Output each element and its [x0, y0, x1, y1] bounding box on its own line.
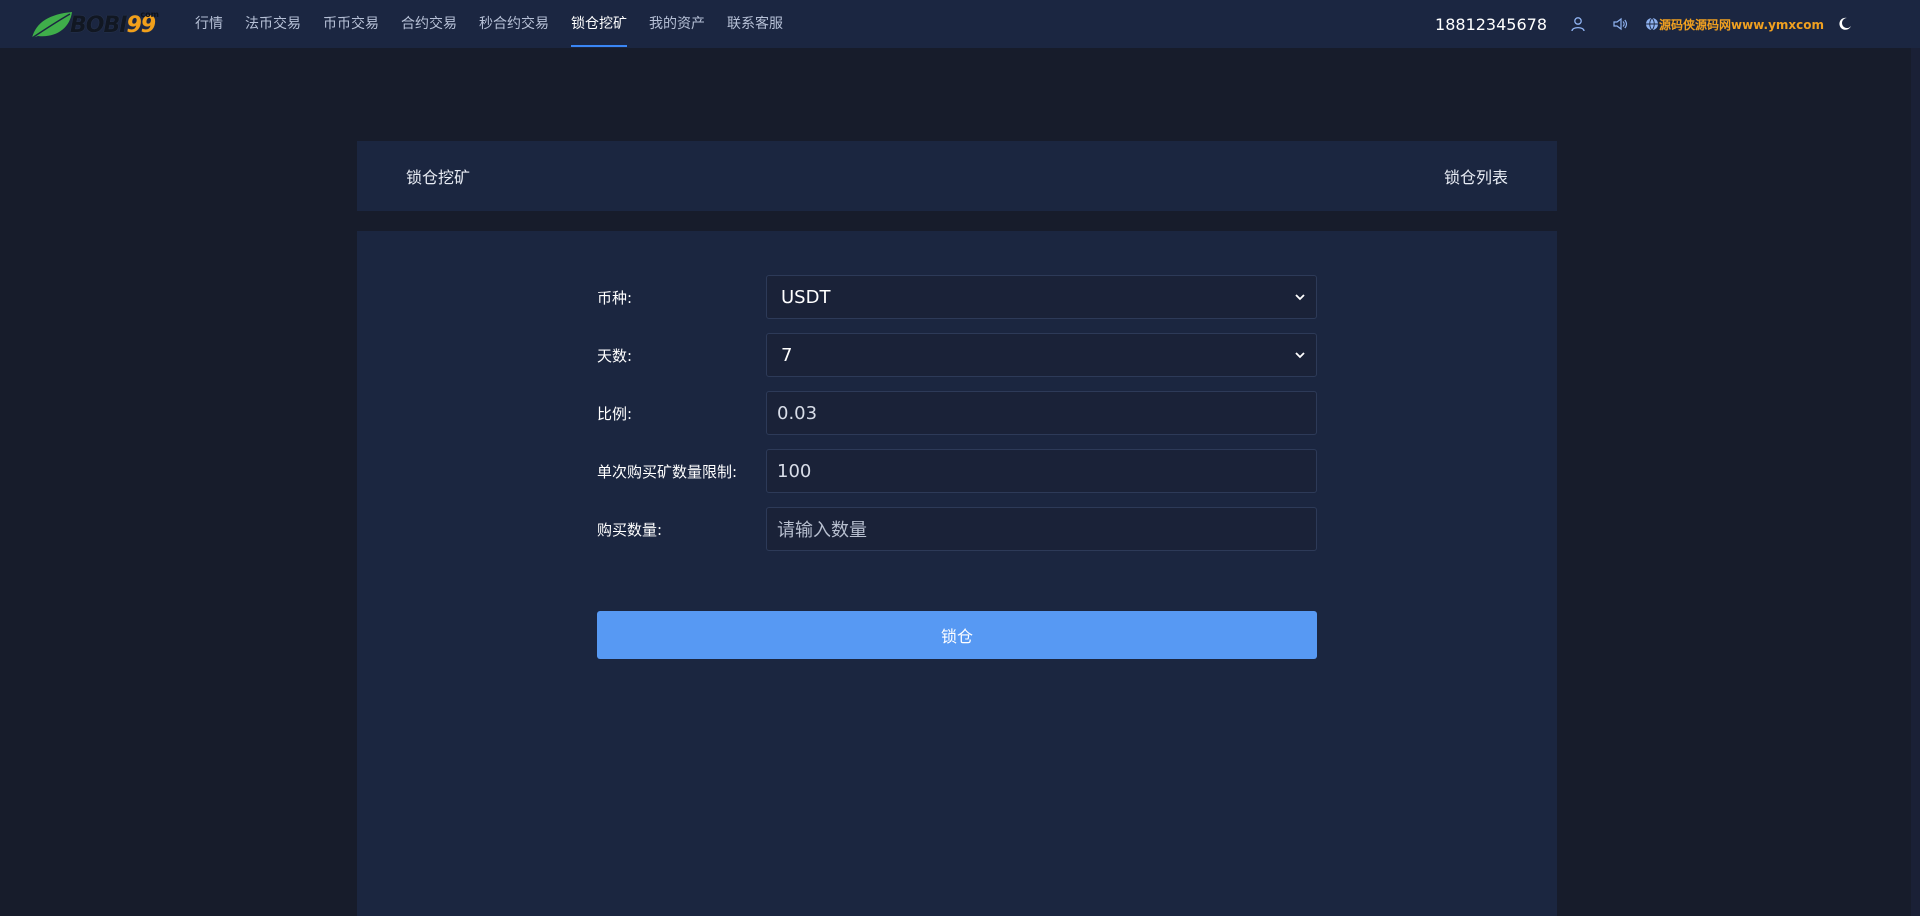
- scrollbar[interactable]: [1911, 48, 1920, 916]
- nav-item-seconds-contract[interactable]: 秒合约交易: [468, 0, 560, 48]
- days-select-value: 7: [781, 344, 793, 366]
- form-row-amount: 购买数量: 请输入数量: [597, 507, 1317, 551]
- site-logo[interactable]: BOBI99 com: [28, 8, 163, 42]
- ratio-field[interactable]: 0.03: [766, 391, 1317, 435]
- watermark-text: 源码侠源码网www.ymxcom: [1659, 17, 1824, 32]
- lock-mining-form: 币种: USDT 天数: 7 比例: 0.03 单次购买矿数量限制: 100 购…: [597, 275, 1317, 565]
- logo-suffix: com: [140, 10, 159, 19]
- main-nav: 行情 法币交易 币币交易 合约交易 秒合约交易 锁仓挖矿 我的资产 联系客服: [184, 0, 794, 48]
- nav-item-my-assets[interactable]: 我的资产: [638, 0, 716, 48]
- purchase-limit-value: 100: [777, 460, 812, 482]
- amount-label: 购买数量:: [597, 520, 663, 539]
- lock-mining-panel: 币种: USDT 天数: 7 比例: 0.03 单次购买矿数量限制: 100 购…: [357, 231, 1557, 916]
- page-title: 锁仓挖矿: [406, 168, 471, 187]
- coin-label: 币种:: [597, 288, 633, 307]
- form-row-ratio: 比例: 0.03: [597, 391, 1317, 435]
- nav-item-contract-trade[interactable]: 合约交易: [390, 0, 468, 48]
- page-header-card: 锁仓挖矿 锁仓列表: [357, 141, 1557, 211]
- user-icon[interactable]: [1569, 15, 1587, 33]
- form-row-coin: 币种: USDT: [597, 275, 1317, 319]
- top-nav-bar: BOBI99 com 行情 法币交易 币币交易 合约交易 秒合约交易 锁仓挖矿 …: [0, 0, 1920, 48]
- user-phone[interactable]: 18812345678: [1435, 15, 1547, 34]
- chevron-down-icon: [1295, 294, 1305, 301]
- purchase-limit-field[interactable]: 100: [766, 449, 1317, 493]
- coin-select-value: USDT: [781, 286, 831, 308]
- nav-item-coin-trade[interactable]: 币币交易: [312, 0, 390, 48]
- language-selector[interactable]: 源码侠源码网www.ymxcom: [1645, 16, 1824, 33]
- nav-item-customer-service[interactable]: 联系客服: [716, 0, 794, 48]
- form-row-limit: 单次购买矿数量限制: 100: [597, 449, 1317, 493]
- lock-button[interactable]: 锁仓: [597, 611, 1317, 659]
- chevron-down-icon: [1295, 352, 1305, 359]
- amount-input[interactable]: 请输入数量: [766, 507, 1317, 551]
- moon-icon[interactable]: [1836, 15, 1854, 33]
- speaker-icon[interactable]: [1611, 15, 1629, 33]
- nav-item-market[interactable]: 行情: [184, 0, 234, 48]
- form-row-days: 天数: 7: [597, 333, 1317, 377]
- days-select[interactable]: 7: [766, 333, 1317, 377]
- ratio-value: 0.03: [777, 402, 818, 424]
- globe-icon: [1646, 17, 1659, 31]
- nav-item-lock-mining[interactable]: 锁仓挖矿: [560, 0, 638, 48]
- nav-item-fiat-trade[interactable]: 法币交易: [234, 0, 312, 48]
- lock-list-link[interactable]: 锁仓列表: [1444, 164, 1508, 188]
- coin-select[interactable]: USDT: [766, 275, 1317, 319]
- days-label: 天数:: [597, 346, 633, 365]
- user-area: 18812345678 源码侠源码网www.ymxcom: [1435, 0, 1866, 48]
- ratio-label: 比例:: [597, 404, 633, 423]
- limit-label: 单次购买矿数量限制:: [597, 462, 738, 481]
- amount-placeholder: 请输入数量: [777, 520, 867, 541]
